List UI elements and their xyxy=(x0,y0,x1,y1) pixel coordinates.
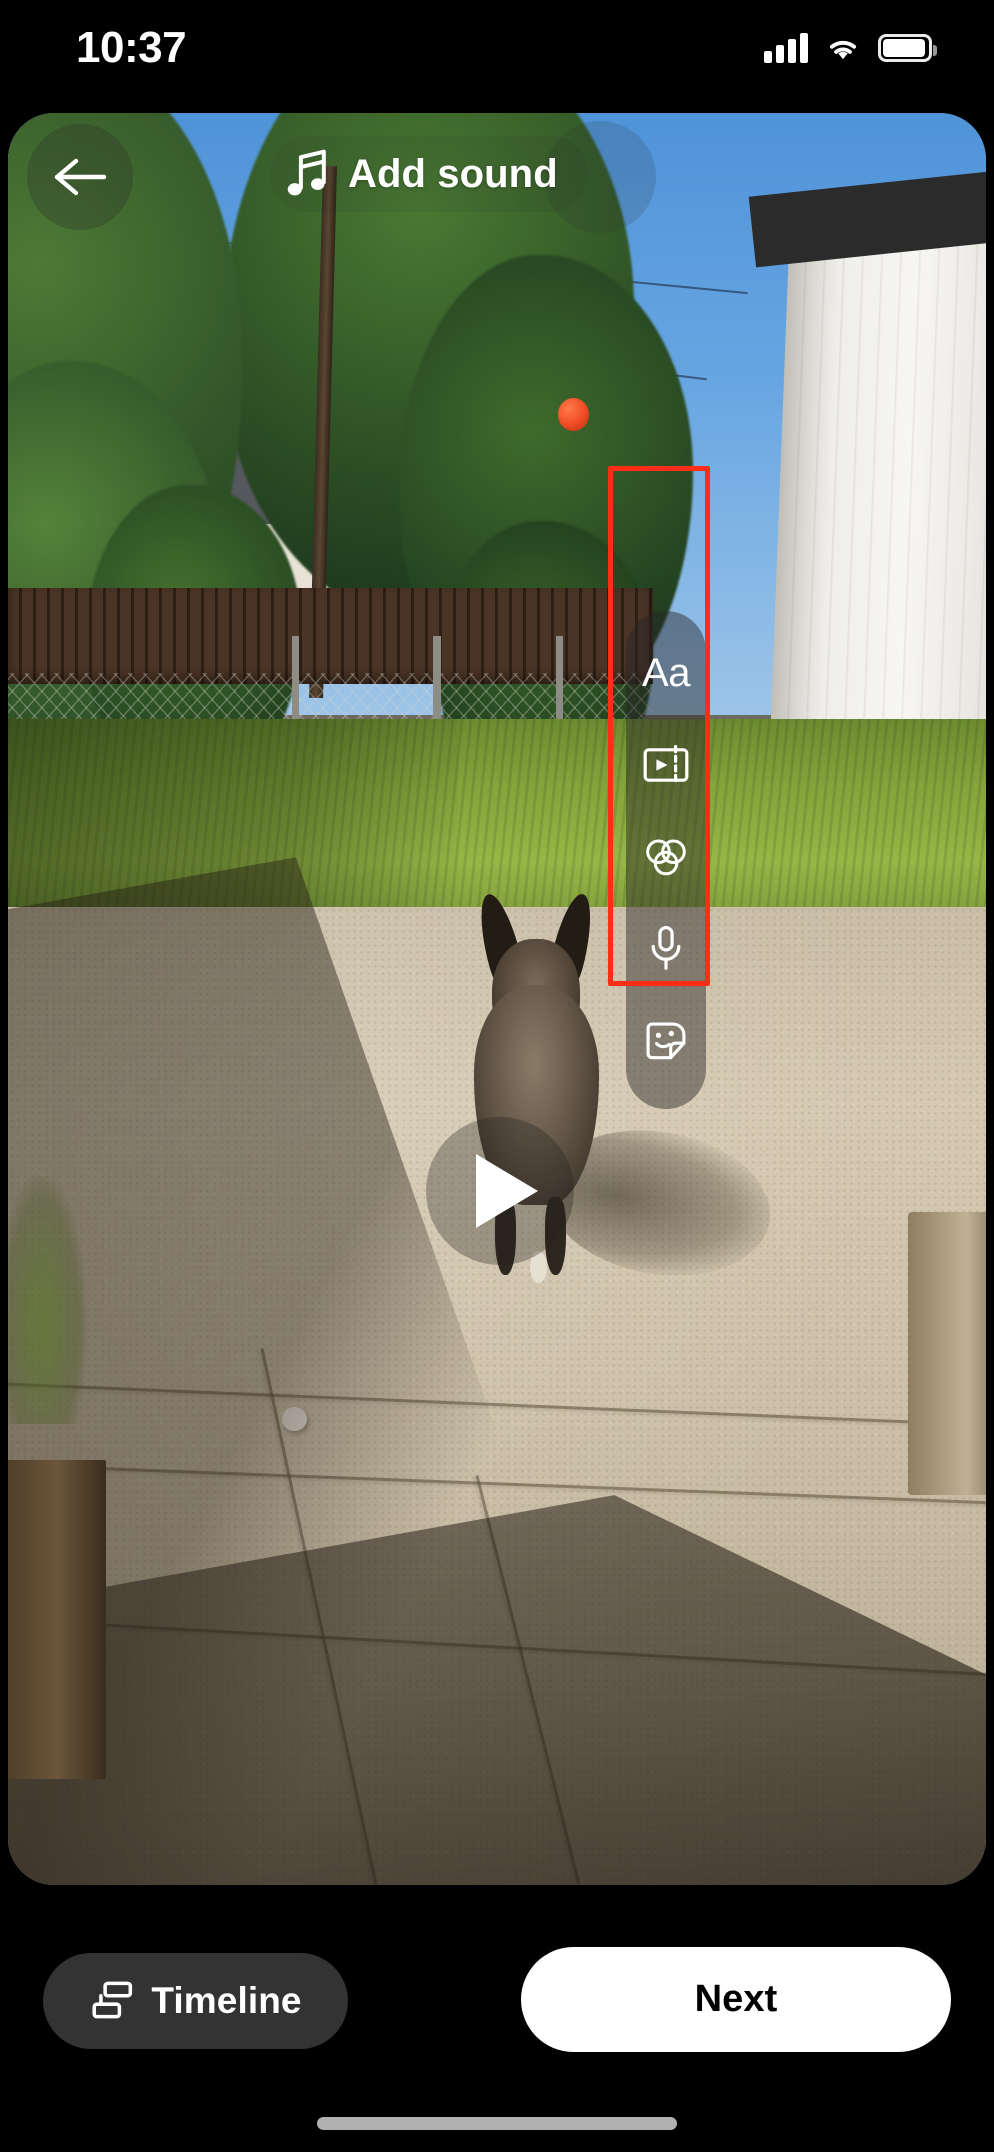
phone-screen: 10:37 Add sound Aa Timeline Next xyxy=(0,0,994,2152)
wifi-icon xyxy=(829,40,857,60)
status-bar: 10:37 xyxy=(0,0,994,112)
video-header-overlay: Add sound xyxy=(8,113,986,263)
music-note-icon xyxy=(287,149,326,196)
three-circles-filter-icon xyxy=(646,839,686,876)
status-bar-time: 10:37 xyxy=(76,23,187,72)
text-aa-icon: Aa xyxy=(642,650,690,695)
play-icon xyxy=(476,1154,538,1228)
editing-tool-rail: Aa xyxy=(626,611,706,1109)
home-indicator[interactable] xyxy=(317,2117,677,2130)
next-button[interactable]: Next xyxy=(521,1947,951,2052)
sticker-smiley-icon xyxy=(646,1022,686,1060)
edit-clip-tool-button[interactable] xyxy=(626,719,706,811)
video-preview[interactable]: Add sound Aa xyxy=(8,113,986,1885)
add-sound-label: Add sound xyxy=(348,151,558,196)
status-bar-indicators xyxy=(764,28,937,68)
bottom-action-bar: Timeline Next xyxy=(0,1890,994,2152)
back-button[interactable] xyxy=(27,124,133,230)
voiceover-tool-button[interactable] xyxy=(626,903,706,995)
video-scene-image xyxy=(8,113,986,1885)
cellular-signal-icon xyxy=(764,33,808,63)
red-ball-in-tree xyxy=(557,398,589,432)
split-clip-icon xyxy=(643,745,689,786)
next-label: Next xyxy=(694,1978,778,2020)
play-button[interactable] xyxy=(426,1117,574,1265)
stickers-tool-button[interactable] xyxy=(626,995,706,1087)
microphone-icon xyxy=(651,925,681,970)
text-tool-button[interactable]: Aa xyxy=(626,627,706,719)
timeline-label: Timeline xyxy=(151,1980,302,2021)
filters-tool-button[interactable] xyxy=(626,811,706,903)
timeline-stacked-bars-icon xyxy=(92,1981,133,2019)
back-arrow-icon xyxy=(54,158,107,196)
add-sound-button[interactable]: Add sound xyxy=(270,136,588,212)
timeline-button[interactable]: Timeline xyxy=(43,1953,348,2049)
battery-icon xyxy=(878,34,937,62)
